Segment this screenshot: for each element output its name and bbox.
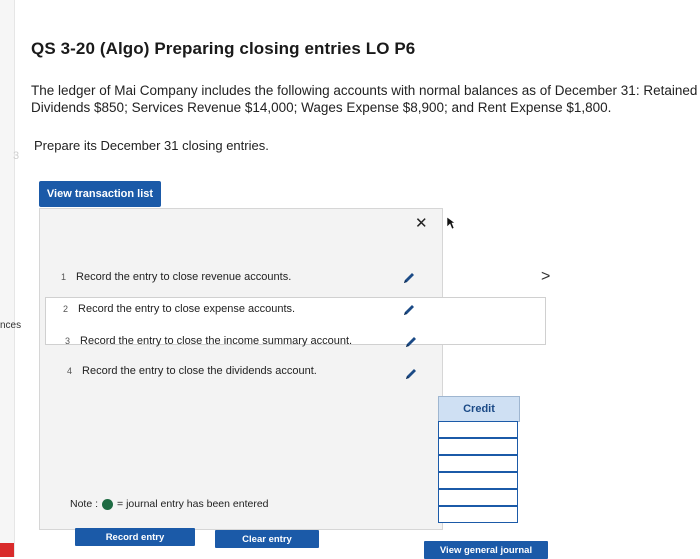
view-general-journal-button[interactable]: View general journal bbox=[424, 541, 548, 559]
pencil-icon[interactable] bbox=[402, 303, 416, 317]
sidebar-red-marker[interactable] bbox=[0, 543, 14, 557]
entry-item-2[interactable]: 2 Record the entry to close expense acco… bbox=[63, 303, 295, 315]
clear-entry-button[interactable]: Clear entry bbox=[215, 530, 319, 548]
view-transaction-list-button[interactable]: View transaction list bbox=[39, 181, 161, 207]
entry-label: Record the entry to close the income sum… bbox=[80, 335, 353, 347]
entry-number: 4 bbox=[67, 366, 73, 376]
problem-text: The ledger of Mai Company includes the f… bbox=[31, 82, 700, 116]
instruction-text: Prepare its December 31 closing entries. bbox=[34, 138, 269, 153]
left-sidebar-strip bbox=[0, 0, 15, 557]
entry-item-3[interactable]: 3 Record the entry to close the income s… bbox=[65, 335, 352, 347]
note-text: = journal entry has been entered bbox=[117, 498, 269, 510]
credit-input-cell[interactable] bbox=[438, 489, 518, 506]
credit-input-cell[interactable] bbox=[438, 472, 518, 489]
entry-item-4[interactable]: 4 Record the entry to close the dividend… bbox=[67, 365, 317, 377]
entry-item-1[interactable]: 1 Record the entry to close revenue acco… bbox=[61, 271, 291, 283]
entry-number: 1 bbox=[61, 272, 67, 282]
entry-number: 3 bbox=[65, 336, 71, 346]
note: Note : = journal entry has been entered bbox=[70, 498, 269, 510]
green-dot-icon bbox=[102, 498, 114, 510]
credit-column-header: Credit bbox=[438, 396, 520, 422]
entry-number: 2 bbox=[63, 304, 69, 314]
record-entry-button[interactable]: Record entry bbox=[75, 528, 195, 546]
problem-line-1: The ledger of Mai Company includes the f… bbox=[31, 83, 700, 98]
entry-label: Record the entry to close revenue accoun… bbox=[76, 271, 292, 283]
question-title: QS 3-20 (Algo) Preparing closing entries… bbox=[31, 39, 416, 58]
credit-input-cell[interactable] bbox=[438, 421, 518, 438]
mouse-cursor-icon bbox=[446, 216, 456, 230]
credit-input-cell[interactable] bbox=[438, 438, 518, 455]
pencil-icon[interactable] bbox=[404, 367, 418, 381]
pencil-icon[interactable] bbox=[404, 335, 418, 349]
note-prefix: Note : bbox=[70, 498, 99, 510]
chevron-right-icon[interactable]: > bbox=[541, 268, 550, 286]
faint-mark: 3 bbox=[13, 150, 20, 162]
credit-input-cell[interactable] bbox=[438, 455, 518, 472]
pencil-icon[interactable] bbox=[402, 271, 416, 285]
entry-label: Record the entry to close the dividends … bbox=[82, 365, 317, 377]
problem-line-2: Dividends $850; Services Revenue $14,000… bbox=[31, 100, 612, 115]
entry-label: Record the entry to close expense accoun… bbox=[78, 303, 296, 315]
credit-input-cell[interactable] bbox=[438, 506, 518, 523]
sidebar-partial-label: nces bbox=[0, 320, 22, 331]
close-icon[interactable]: ✕ bbox=[415, 214, 428, 232]
